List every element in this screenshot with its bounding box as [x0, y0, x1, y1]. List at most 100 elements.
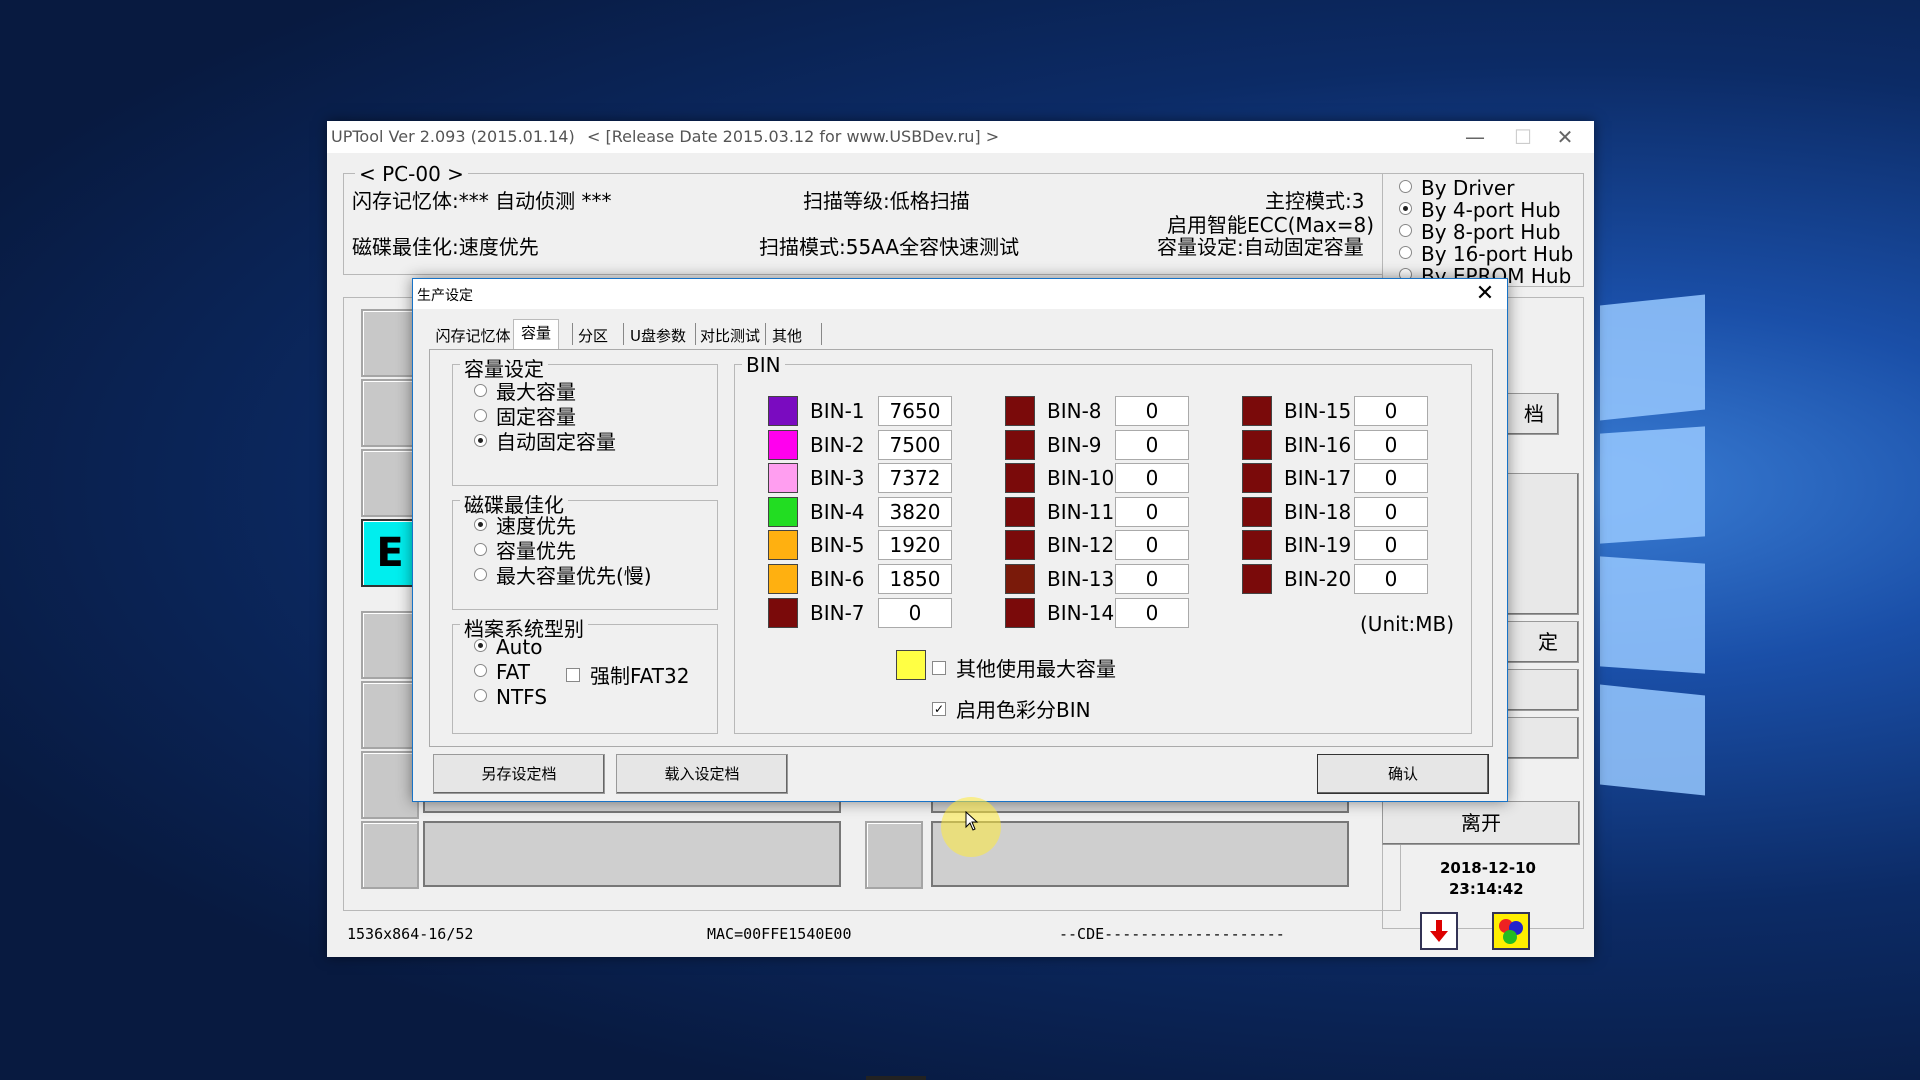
release-date: < [Release Date 2015.03.12 for www.USBDe… — [587, 127, 1000, 146]
bin-value-input[interactable]: 0 — [878, 597, 952, 628]
port-button[interactable] — [361, 379, 419, 447]
download-arrow-icon — [1430, 920, 1448, 942]
taskbar-edge — [866, 1076, 926, 1080]
capacity-info: 容量设定:自动固定容量 — [1157, 235, 1364, 259]
disk-opt-info: 磁碟最佳化:速度优先 — [352, 235, 539, 259]
tab-separator — [695, 323, 696, 345]
bin-color-swatch[interactable] — [768, 463, 798, 494]
hub-option-driver[interactable]: By Driver — [1399, 176, 1514, 200]
fs-fat-option[interactable]: FAT — [474, 660, 530, 684]
bin-value-input[interactable]: 0 — [1115, 396, 1189, 426]
tab-flash[interactable]: 闪存记忆体 — [435, 323, 511, 349]
exit-button[interactable]: 离开 — [1382, 801, 1580, 845]
force-fat32-checkbox[interactable]: 强制FAT32 — [566, 660, 689, 689]
dialog-title: 生产设定 — [417, 288, 473, 304]
bin-value-input[interactable]: 0 — [1115, 530, 1189, 561]
close-button[interactable]: ✕ — [1537, 123, 1593, 151]
bin-color-swatch[interactable] — [1242, 429, 1272, 460]
color-bin-icon[interactable] — [1492, 912, 1530, 950]
bin-value-input[interactable]: 0 — [1354, 496, 1428, 527]
fs-auto-option[interactable]: Auto — [474, 635, 542, 659]
bin-color-swatch[interactable] — [768, 564, 798, 594]
bin-color-swatch[interactable] — [1005, 564, 1035, 594]
checkbox-icon — [932, 660, 946, 675]
bin-color-swatch[interactable] — [1005, 429, 1035, 460]
bin-value-input[interactable]: 0 — [1354, 396, 1428, 426]
tab-partition[interactable]: 分区 — [573, 323, 613, 349]
windows-logo-pane — [1600, 684, 1705, 796]
fs-ntfs-option[interactable]: NTFS — [474, 685, 547, 709]
tab-other[interactable]: 其他 — [767, 323, 807, 349]
bin-value-input[interactable]: 7500 — [878, 429, 952, 460]
bin-value-input[interactable]: 0 — [1354, 564, 1428, 594]
enable-color-bin-checkbox[interactable]: ✓ 启用色彩分BIN — [932, 694, 1091, 723]
capacity-auto-fixed-option[interactable]: 自动固定容量 — [474, 426, 616, 455]
bin-value-input[interactable]: 0 — [1115, 463, 1189, 494]
port-button[interactable] — [361, 309, 419, 377]
hub-option-8port[interactable]: By 8-port Hub — [1399, 220, 1561, 244]
bin-color-swatch[interactable] — [1005, 496, 1035, 527]
bin-value-input[interactable]: 0 — [1115, 496, 1189, 527]
bin-value-input[interactable]: 1850 — [878, 564, 952, 594]
bin-color-swatch[interactable] — [1242, 564, 1272, 594]
radio-icon — [474, 664, 487, 677]
bin-color-swatch[interactable] — [1242, 463, 1272, 494]
radio-icon — [474, 384, 487, 397]
port-button[interactable] — [361, 751, 419, 819]
bin-label: BIN-2 — [810, 432, 865, 457]
bin-value-input[interactable]: 1920 — [878, 530, 952, 561]
bin-value-input[interactable]: 0 — [1354, 530, 1428, 561]
bin-color-swatch[interactable] — [768, 597, 798, 628]
bin-color-swatch[interactable] — [1242, 496, 1272, 527]
bin-value-input[interactable]: 0 — [1115, 429, 1189, 460]
bin-color-swatch[interactable] — [1005, 597, 1035, 628]
bin-label: BIN-3 — [810, 466, 865, 491]
port-button[interactable] — [361, 611, 419, 679]
bin-color-swatch[interactable] — [1005, 463, 1035, 494]
hub-option-4port[interactable]: By 4-port Hub — [1399, 198, 1561, 222]
bin-label: BIN-7 — [810, 600, 865, 625]
dialog-close-button[interactable]: ✕ — [1471, 281, 1499, 307]
port-button[interactable] — [865, 821, 923, 889]
hub-option-16port[interactable]: By 16-port Hub — [1399, 242, 1573, 266]
radio-icon — [474, 434, 487, 447]
radio-icon — [1399, 246, 1412, 259]
tab-capacity[interactable]: 容量 — [513, 319, 559, 350]
bin-color-swatch[interactable] — [768, 530, 798, 561]
bin-value-input[interactable]: 0 — [1115, 597, 1189, 628]
other-max-color-swatch[interactable] — [896, 650, 926, 680]
bin-value-input[interactable]: 7372 — [878, 463, 952, 494]
save-settings-button[interactable]: 另存设定档 — [433, 754, 605, 794]
bin-color-swatch[interactable] — [1005, 396, 1035, 426]
time-label: 23:14:42 — [1449, 880, 1524, 898]
bin-color-swatch[interactable] — [1242, 530, 1272, 561]
bin-value-input[interactable]: 0 — [1115, 564, 1189, 594]
radio-icon — [474, 409, 487, 422]
tab-compare-test[interactable]: 对比测试 — [697, 323, 763, 349]
checkbox-checked-icon: ✓ — [932, 701, 946, 716]
bin-color-swatch[interactable] — [768, 496, 798, 527]
port-e-button[interactable]: E — [361, 519, 419, 587]
bin-label: BIN-9 — [1047, 432, 1102, 457]
load-settings-button[interactable]: 载入设定档 — [616, 754, 788, 794]
port-button[interactable] — [361, 449, 419, 517]
bin-color-swatch[interactable] — [1242, 396, 1272, 426]
confirm-button[interactable]: 确认 — [1317, 754, 1489, 794]
download-icon[interactable] — [1420, 912, 1458, 950]
bin-value-input[interactable]: 3820 — [878, 496, 952, 527]
bin-label: BIN-5 — [810, 533, 865, 558]
bin-value-input[interactable]: 0 — [1354, 429, 1428, 460]
bin-group-title: BIN — [742, 353, 785, 377]
bin-color-swatch[interactable] — [768, 396, 798, 426]
bin-color-swatch[interactable] — [1005, 530, 1035, 561]
tab-separator — [821, 323, 822, 345]
port-button[interactable] — [361, 681, 419, 749]
bin-value-input[interactable]: 0 — [1354, 463, 1428, 494]
bin-value-input[interactable]: 7650 — [878, 396, 952, 426]
tab-udisk-params[interactable]: U盘参数 — [625, 323, 691, 349]
radio-icon — [474, 689, 487, 702]
bin-color-swatch[interactable] — [768, 429, 798, 460]
disk-opt-max-slow-option[interactable]: 最大容量优先(慢) — [474, 560, 652, 589]
port-button[interactable] — [361, 821, 419, 889]
other-max-checkbox[interactable]: 其他使用最大容量 — [932, 653, 1116, 682]
